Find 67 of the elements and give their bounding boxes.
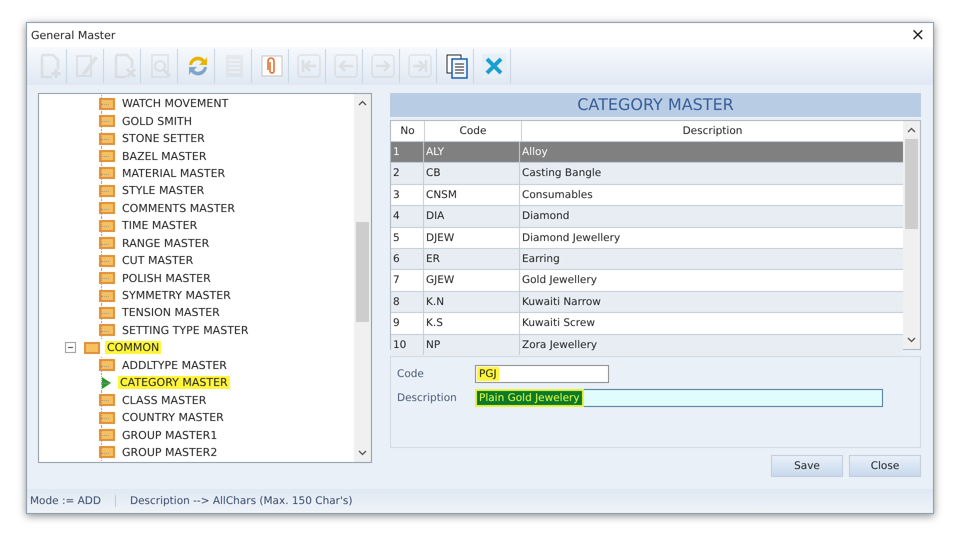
table-cell-text: Kuwaiti Narrow (521, 294, 602, 310)
tree-item[interactable]: GOLD SMITH (120, 114, 194, 128)
tree-item[interactable]: RANGE MASTER (120, 236, 212, 250)
window-title: General Master (31, 28, 116, 42)
tree-item[interactable]: STYLE MASTER (120, 184, 206, 198)
folder-icon (84, 340, 100, 355)
scroll-down-icon[interactable] (358, 450, 367, 456)
scroll-up-icon[interactable] (907, 127, 916, 133)
dialog-button[interactable]: Close (849, 455, 921, 477)
tree-item[interactable]: POLISH MASTER (120, 272, 213, 285)
table-cell-text: Diamond (521, 209, 570, 224)
tree-item[interactable]: SETTING TYPE MASTER (120, 324, 250, 337)
tree-item[interactable]: TIME MASTER (120, 219, 200, 232)
status-text: Mode := ADD (29, 495, 102, 507)
table-cell-text: Consumables (521, 188, 594, 203)
tree-item[interactable]: COUNTRY MASTER (120, 411, 226, 424)
table-cell: NP (424, 334, 520, 355)
tree-item[interactable]: COMMENTS MASTER (120, 202, 238, 215)
table-row[interactable]: 4 DIA Diamond (391, 205, 903, 227)
status-text: Description --> AllChars (Max. 150 Char's) (114, 495, 366, 507)
tree-item[interactable]: BAZEL MASTER (120, 150, 208, 163)
table-row[interactable]: 1 ALY Alloy (391, 141, 903, 162)
table-row[interactable]: 8 K.N Kuwaiti Narrow (391, 290, 903, 312)
tree-item[interactable]: SYMMETRY MASTER (120, 289, 233, 302)
scrollbar-thumb[interactable] (905, 139, 918, 229)
tree-item[interactable]: CATEGORY MASTER (118, 376, 230, 390)
tree-item[interactable]: WATCH MOVEMENT (120, 97, 230, 110)
table-cell-text: Casting Bangle (521, 166, 602, 182)
table-cell-text: Kuwaiti Screw (521, 316, 596, 332)
table-row[interactable]: 10 NP Zora Jewellery (391, 334, 903, 355)
dialog-button[interactable]: Save (771, 455, 843, 477)
scroll-down-icon[interactable] (907, 337, 916, 343)
tree-item[interactable]: STONE SETTER (120, 132, 207, 146)
table-row[interactable]: 9 K.S Kuwaiti Screw (391, 312, 903, 334)
table-cell-text: Alloy (521, 145, 549, 160)
close-button[interactable]: × (902, 25, 933, 45)
scrollbar[interactable] (903, 121, 920, 349)
input-field[interactable]: PGJ (475, 365, 609, 383)
first-record-icon (294, 52, 322, 80)
tree-item[interactable]: COMMON (105, 341, 162, 354)
tree-item[interactable]: ADDLTYPE MASTER (120, 358, 229, 372)
tree-item[interactable]: GROUP MASTER2 (120, 446, 220, 459)
scrollbar[interactable] (354, 94, 371, 462)
tree-item[interactable]: CUT MASTER (120, 254, 196, 268)
table-row[interactable]: 7 GJEW Gold Jewellery (391, 269, 903, 291)
table-cell-text: Earring (521, 252, 561, 267)
scroll-up-icon[interactable] (358, 100, 367, 106)
table-row[interactable]: 2 CB Casting Bangle (391, 162, 903, 184)
tree-item[interactable]: GROUP MASTER1 (120, 428, 220, 442)
table-cell-text: Zora Jewellery (521, 338, 598, 353)
tree-item[interactable]: TENSION MASTER (120, 306, 222, 320)
scrollbar-thumb[interactable] (356, 222, 369, 322)
column-header[interactable]: Description (522, 121, 903, 141)
table-cell: 10 (391, 334, 424, 355)
input-field[interactable]: Plain Gold Jewelery (475, 389, 883, 407)
tree-item[interactable]: CLASS MASTER (120, 394, 208, 407)
field-label: Code (397, 368, 425, 380)
table-cell-text: Diamond Jewellery (521, 230, 622, 246)
table-cell-text: Gold Jewellery (521, 273, 598, 288)
table-row[interactable]: 3 CNSM Consumables (391, 184, 903, 206)
panel-title: CATEGORY MASTER (390, 93, 921, 117)
field-label: Description (397, 392, 458, 404)
table-row[interactable]: 5 DJEW Diamond Jewellery (391, 226, 903, 248)
last-record-icon (406, 52, 434, 80)
tree-item[interactable]: MATERIAL MASTER (120, 166, 228, 180)
collapse-icon[interactable] (65, 342, 76, 354)
table-row[interactable]: 6 ER Earring (391, 248, 903, 270)
